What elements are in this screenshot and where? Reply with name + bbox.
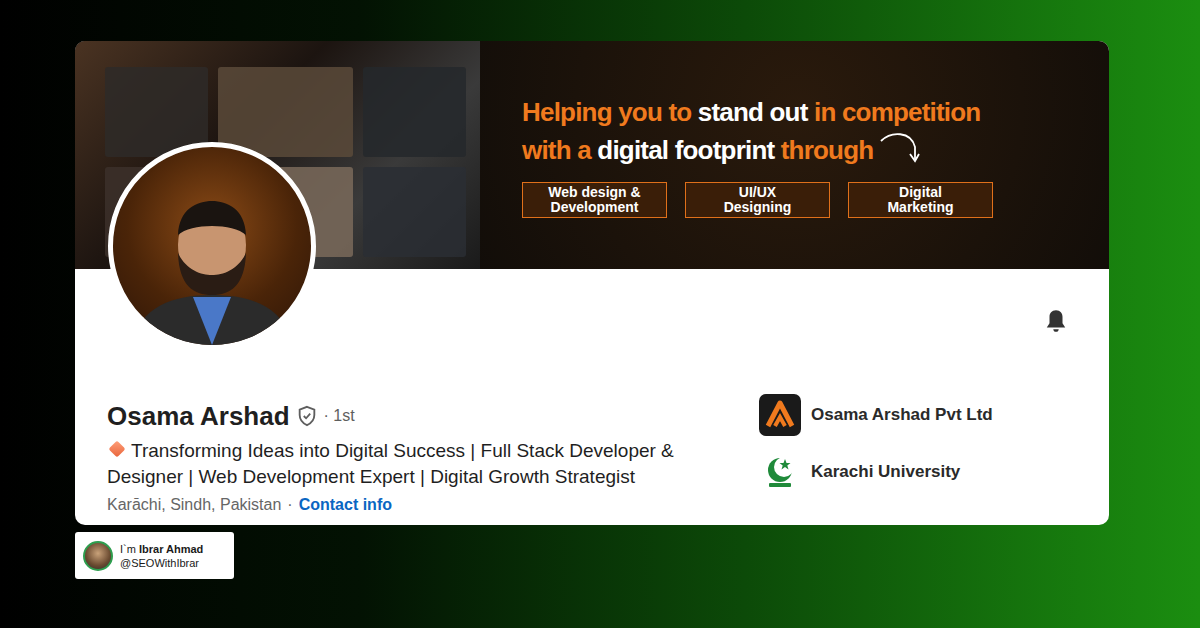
tagline-segment: stand out: [698, 94, 814, 131]
location: Karāchi, Sindh, Pakistan: [107, 493, 281, 517]
tagline-segment: Helping you to: [522, 94, 698, 131]
tagline-segment: with a: [522, 132, 597, 169]
tagline-segment: digital footprint: [597, 132, 780, 169]
tagline-segment: through: [781, 132, 874, 169]
verified-icon: [296, 405, 318, 427]
diamond-icon: [109, 441, 126, 458]
info-column: Osama Arshad · 1st Transforming Ideas into…: [107, 400, 737, 517]
connection-degree: · 1st: [324, 407, 355, 425]
organization-item[interactable]: Karachi University: [759, 451, 1069, 493]
location-row: Karāchi, Sindh, Pakistan· Contact info: [107, 493, 737, 517]
bell-icon[interactable]: [1043, 308, 1069, 334]
contact-info-link[interactable]: Contact info: [299, 493, 392, 517]
mockup-panel: [363, 167, 466, 257]
service-box: Web design &Development: [522, 182, 667, 218]
name-row: Osama Arshad · 1st: [107, 400, 737, 432]
page: Helping you to stand out in competitionw…: [0, 0, 1200, 579]
company-logo-icon: [759, 394, 801, 436]
profile-card: Helping you to stand out in competitionw…: [75, 41, 1109, 525]
organizations-list: Osama Arshad Pvt Ltd Karachi University: [759, 394, 1069, 517]
profile-avatar[interactable]: [108, 142, 316, 350]
profile-photo: [113, 195, 311, 345]
author-name: I`m Ibrar Ahmad: [120, 542, 203, 556]
info-row: Osama Arshad · 1st Transforming Ideas into…: [107, 400, 1069, 517]
separator: ·: [287, 493, 292, 517]
organization-name: Karachi University: [811, 462, 960, 482]
profile-headline: Transforming Ideas into Digital Success …: [107, 438, 737, 490]
organization-name: Osama Arshad Pvt Ltd: [811, 405, 993, 425]
university-logo-icon: [759, 451, 801, 493]
mockup-panel: [363, 67, 466, 157]
profile-name: Osama Arshad: [107, 400, 290, 432]
service-box: UI/UXDesigning: [685, 182, 830, 218]
organization-item[interactable]: Osama Arshad Pvt Ltd: [759, 394, 1069, 436]
tagline-line: Helping you to stand out in competition: [522, 94, 993, 131]
mockup-panel: [218, 67, 352, 157]
tagline-line: with a digital footprint through: [522, 131, 993, 169]
author-avatar: [83, 541, 113, 571]
author-badge: I`m Ibrar Ahmad@SEOWithIbrar: [75, 532, 234, 579]
banner-content: Helping you to stand out in competitionw…: [480, 41, 993, 269]
author-text: I`m Ibrar Ahmad@SEOWithIbrar: [120, 542, 203, 570]
tagline-segment: in competition: [814, 94, 980, 131]
service-row: Web design &Development UI/UXDesigning Dig…: [522, 182, 993, 218]
curved-arrow-icon: [877, 129, 921, 169]
service-box: DigitalMarketing: [848, 182, 993, 218]
author-handle: @SEOWithIbrar: [120, 556, 203, 570]
